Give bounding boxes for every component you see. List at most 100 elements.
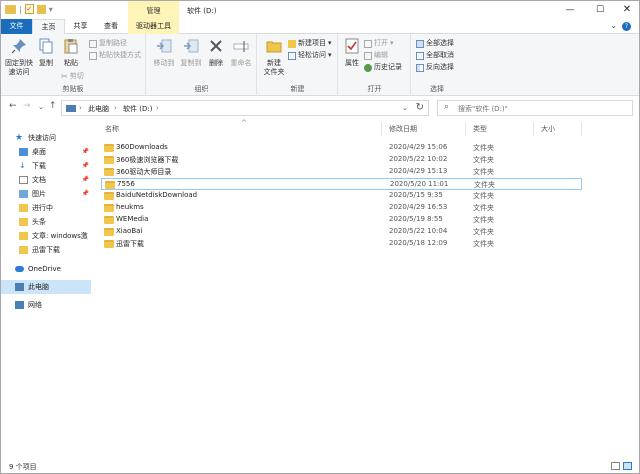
column-divider[interactable] <box>581 122 582 136</box>
file-row[interactable]: 360Downloads 2020/4/29 15:06 文件夹 <box>101 142 582 154</box>
nav-item-article[interactable]: 文章: windows激 <box>19 229 91 243</box>
new-folder-button[interactable]: 新建 文件夹 <box>261 38 287 77</box>
nav-item-in-progress[interactable]: 进行中 <box>19 201 91 215</box>
search-input[interactable] <box>458 103 628 114</box>
column-divider[interactable] <box>465 122 466 136</box>
delete-label: 删除 <box>209 59 223 67</box>
file-row[interactable]: 迅雷下载 2020/5/18 12:09 文件夹 <box>101 238 582 250</box>
nav-item-desktop[interactable]: 桌面 📌 <box>19 145 91 159</box>
column-header-name[interactable]: 名称 <box>105 124 119 134</box>
column-divider[interactable] <box>533 122 534 136</box>
pin-icon[interactable]: 📌 <box>82 162 89 169</box>
file-modified: 2020/4/29 16:53 <box>389 203 448 211</box>
nav-item-downloads[interactable]: ↓ 下载 📌 <box>19 159 91 173</box>
history-button[interactable]: 历史记录 <box>364 63 402 72</box>
select-none-button[interactable]: 全部取消 <box>416 51 454 60</box>
new-item-button[interactable]: 新建项目 ▾ <box>288 39 332 48</box>
column-header-size[interactable]: 大小 <box>541 124 555 134</box>
folder-icon <box>19 232 28 240</box>
file-row[interactable]: heukms 2020/4/29 16:53 文件夹 <box>101 202 582 214</box>
pin-quick-access-button[interactable]: 固定到快 速访问 <box>4 38 34 77</box>
tab-share[interactable]: 共享 <box>67 19 94 34</box>
rename-button[interactable]: 重命名 <box>228 38 254 68</box>
nav-this-pc[interactable]: 此电脑 <box>1 280 91 294</box>
column-header-modified[interactable]: 修改日期 <box>389 124 417 134</box>
tab-drive-tools[interactable]: 驱动器工具 <box>128 19 179 34</box>
edit-button[interactable]: 编辑 <box>364 51 388 60</box>
properties-label: 属性 <box>345 59 359 67</box>
pin-icon[interactable]: 📌 <box>82 190 89 197</box>
new-folder-quick-icon[interactable] <box>36 4 46 14</box>
nav-network[interactable]: 网络 <box>15 298 91 312</box>
pin-icon[interactable]: 📌 <box>82 176 89 183</box>
file-name: 360Downloads <box>116 143 168 151</box>
breadcrumb-drive[interactable]: 软件 (D:) <box>123 104 152 114</box>
network-icon <box>15 301 24 309</box>
details-view-icon[interactable] <box>611 462 620 470</box>
file-row[interactable]: XiaoBai 2020/5/22 10:04 文件夹 <box>101 226 582 238</box>
tab-file[interactable]: 文件 <box>1 19 32 34</box>
clipboard-icon <box>64 39 78 54</box>
move-to-button[interactable]: 移动到 <box>151 38 177 68</box>
delete-icon <box>210 40 222 52</box>
nav-item-pictures[interactable]: 图片 📌 <box>19 187 91 201</box>
breadcrumb-this-pc[interactable]: 此电脑 <box>88 104 109 114</box>
file-row[interactable]: 360驱动大师目录 2020/4/29 15:13 文件夹 <box>101 166 582 178</box>
help-icon[interactable]: ? <box>622 22 631 31</box>
column-divider[interactable] <box>381 122 382 136</box>
copy-label: 复制 <box>39 59 53 67</box>
up-arrow-icon[interactable]: ↑ <box>49 101 57 111</box>
properties-quick-icon[interactable]: ✓ <box>24 4 34 14</box>
move-to-label: 移动到 <box>153 59 175 67</box>
forward-arrow-icon[interactable]: → <box>23 101 31 111</box>
ribbon: 固定到快 速访问 复制 粘贴 复制路径 粘贴快捷方式 ✂ 剪切 剪贴板 移动到 … <box>1 34 639 96</box>
tab-view[interactable]: 查看 <box>96 19 126 34</box>
nav-item-xunlei[interactable]: 迅雷下载 <box>19 243 91 257</box>
file-row[interactable]: WEMedia 2020/5/19 8:55 文件夹 <box>101 214 582 226</box>
nav-item-documents[interactable]: 文档 📌 <box>19 173 91 187</box>
file-row[interactable]: 7556 2020/5/20 11:01 文件夹 <box>101 178 582 190</box>
customize-quick-access-icon[interactable]: ▾ <box>49 5 53 14</box>
open-button[interactable]: 打开 ▾ <box>364 39 394 48</box>
delete-button[interactable]: 删除 <box>206 38 226 68</box>
address-bar[interactable]: › 此电脑 › 软件 (D:) › ⌄ ↻ <box>61 100 429 116</box>
nav-item-toutiao[interactable]: 头条 <box>19 215 91 229</box>
pin-icon[interactable]: 📌 <box>82 148 89 155</box>
paste-shortcut-button[interactable]: 粘贴快捷方式 <box>89 51 141 60</box>
address-row: ← → ⌄ ↑ › 此电脑 › 软件 (D:) › ⌄ ↻ ⌕ <box>1 97 639 119</box>
easy-access-button[interactable]: 轻松访问 ▾ <box>288 51 332 60</box>
copy-path-button[interactable]: 复制路径 <box>89 39 127 48</box>
address-dropdown-icon[interactable]: ⌄ <box>402 104 408 112</box>
nav-onedrive[interactable]: OneDrive <box>15 262 91 276</box>
file-row[interactable]: BaiduNetdiskDownload 2020/5/15 9:35 文件夹 <box>101 190 582 202</box>
paste-shortcut-label: 粘贴快捷方式 <box>99 51 141 59</box>
copy-to-button[interactable]: 复制到 <box>178 38 204 68</box>
open-label: 打开 <box>374 39 388 47</box>
cut-button[interactable]: ✂ 剪切 <box>61 72 84 81</box>
close-button[interactable]: ✕ <box>614 3 640 17</box>
recent-locations-icon[interactable]: ⌄ <box>38 103 44 111</box>
collapse-ribbon-icon[interactable]: ⌄ <box>610 21 617 30</box>
search-box[interactable]: ⌕ <box>437 100 633 116</box>
minimize-button[interactable]: — <box>557 3 583 17</box>
column-header-type[interactable]: 类型 <box>473 124 487 134</box>
tab-home[interactable]: 主页 <box>32 19 65 35</box>
folder-icon <box>19 246 28 254</box>
large-icons-view-icon[interactable] <box>623 462 632 470</box>
file-modified: 2020/5/20 11:01 <box>390 180 449 188</box>
back-arrow-icon[interactable]: ← <box>9 101 17 111</box>
copy-button[interactable]: 复制 <box>36 38 56 68</box>
nav-quick-access[interactable]: ★ 快速访问 <box>15 131 105 145</box>
select-all-button[interactable]: 全部选择 <box>416 39 454 48</box>
download-icon: ↓ <box>19 161 26 170</box>
invert-selection-button[interactable]: 反向选择 <box>416 63 454 72</box>
toolbar-separator: | <box>19 4 22 14</box>
edit-label: 编辑 <box>374 51 388 59</box>
document-icon <box>19 176 28 184</box>
maximize-button[interactable]: ☐ <box>587 3 613 17</box>
refresh-icon[interactable]: ↻ <box>416 102 424 113</box>
properties-button[interactable]: 属性 <box>342 38 362 68</box>
paste-button[interactable]: 粘贴 <box>59 38 83 68</box>
history-label: 历史记录 <box>374 63 402 71</box>
file-row[interactable]: 360极速浏览器下载 2020/5/22 10:02 文件夹 <box>101 154 582 166</box>
